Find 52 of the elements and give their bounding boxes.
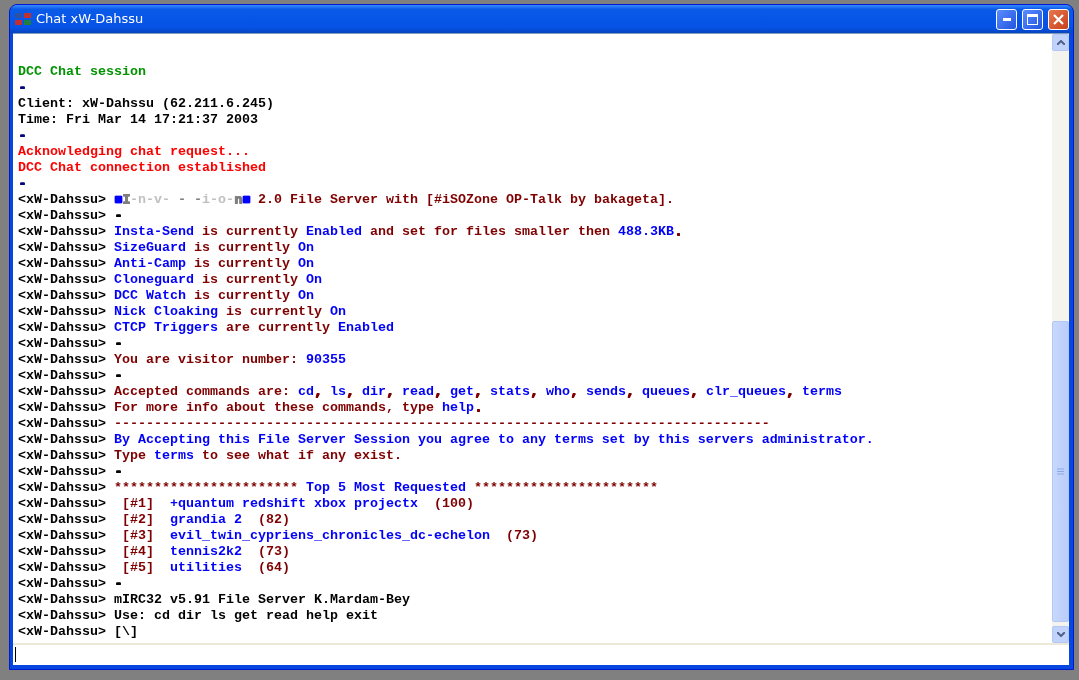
chat-line: <xW-Dahssu> -	[18, 464, 123, 480]
chat-line: <xW-Dahssu> Type terms to see what if any exist.	[18, 448, 403, 464]
chat-line: <xW-Dahssu> Cloneguard is currently On	[18, 272, 323, 288]
chat-line: <xW-Dahssu> Nick Cloaking is currently On	[18, 304, 347, 320]
maximize-button[interactable]	[1022, 8, 1043, 30]
chat-line: -	[18, 128, 27, 144]
chat-line: <xW-Dahssu> -	[18, 208, 123, 224]
chat-line: <xW-Dahssu> ----------------------------------------------------------------------------------	[18, 416, 771, 432]
chat-line: Time: Fri Mar 14 17:21:37 2003	[18, 112, 259, 128]
chat-line: <xW-Dahssu> ■I-n-v- - -i-o-n■ 2.0 File Server with [#iSOZone OP-Talk by bakageta].	[18, 192, 675, 208]
chat-line: <xW-Dahssu> Use: cd dir ls get read help exit	[18, 608, 379, 624]
caret-up-icon	[1056, 40, 1065, 45]
chat-line: <xW-Dahssu> -	[18, 368, 123, 384]
chat-line: <xW-Dahssu> For more info about these commands, type help.	[18, 400, 483, 416]
chat-line: Client: xW-Dahssu (62.211.6.245)	[18, 96, 275, 112]
chat-line: <xW-Dahssu> DCC Watch is currently On	[18, 288, 315, 304]
maximize-icon	[1027, 13, 1038, 25]
chat-line: <xW-Dahssu> -	[18, 336, 123, 352]
chat-line: DCC Chat connection established	[18, 160, 267, 176]
chat-line: <xW-Dahssu> [#1] +quantum redshift xbox projectx (100)	[18, 496, 475, 512]
chat-line: <xW-Dahssu> [#5] utilities (64)	[18, 560, 291, 576]
chat-line: <xW-Dahssu> SizeGuard is currently On	[18, 240, 315, 256]
minimize-icon	[1002, 17, 1011, 21]
chat-line: <xW-Dahssu> Anti-Camp is currently On	[18, 256, 315, 272]
minimize-button[interactable]	[996, 8, 1017, 30]
chat-line: <xW-Dahssu> mIRC32 v5.91 File Server K.Mardam-Bey	[18, 592, 411, 608]
close-icon	[1053, 13, 1064, 25]
chat-line: <xW-Dahssu> You are visitor number: 90355	[18, 352, 347, 368]
window-title: Chat xW-Dahssu	[36, 10, 145, 29]
scrollbar-thumb[interactable]	[1052, 321, 1069, 622]
close-button[interactable]	[1048, 8, 1069, 30]
scroll-down-button[interactable]	[1052, 626, 1069, 643]
chat-line: Acknowledging chat request...	[18, 144, 251, 160]
chat-line: <xW-Dahssu> CTCP Triggers are currently Enabled	[18, 320, 395, 336]
chat-line: <xW-Dahssu> [#2] grandia 2 (82)	[18, 512, 291, 528]
scrollbar-track[interactable]	[1052, 34, 1069, 643]
scroll-up-button[interactable]	[1052, 34, 1069, 51]
chat-line: <xW-Dahssu> [\]	[18, 624, 139, 640]
chat-line: -	[18, 80, 27, 96]
chat-line: <xW-Dahssu> [#3] evil_twin_cypriens_chronicles_dc-echelon (73)	[18, 528, 539, 544]
chat-line: <xW-Dahssu> Accepted commands are: cd, ls, dir, read, get, stats, who, sends, queues, clr_queues, terms	[18, 384, 843, 400]
chat-line: <xW-Dahssu> By Accepting this File Server Session you agree to any terms set by this servers administrator.	[18, 432, 875, 448]
app-icon	[15, 12, 31, 26]
chat-line: DCC Chat session	[18, 64, 147, 80]
message-input[interactable]	[13, 643, 1069, 663]
chat-line: <xW-Dahssu> Insta-Send is currently Enabled and set for files smaller then 488.3KB.	[18, 224, 683, 240]
caret-down-icon	[1056, 632, 1065, 637]
chat-line: <xW-Dahssu> -	[18, 576, 123, 592]
chat-line: <xW-Dahssu> *********************** Top 5 Most Requested ***********************	[18, 480, 659, 496]
grip-icon	[1057, 467, 1064, 476]
chat-line: <xW-Dahssu> [#4] tennis2k2 (73)	[18, 544, 291, 560]
chat-line: -	[18, 176, 27, 192]
